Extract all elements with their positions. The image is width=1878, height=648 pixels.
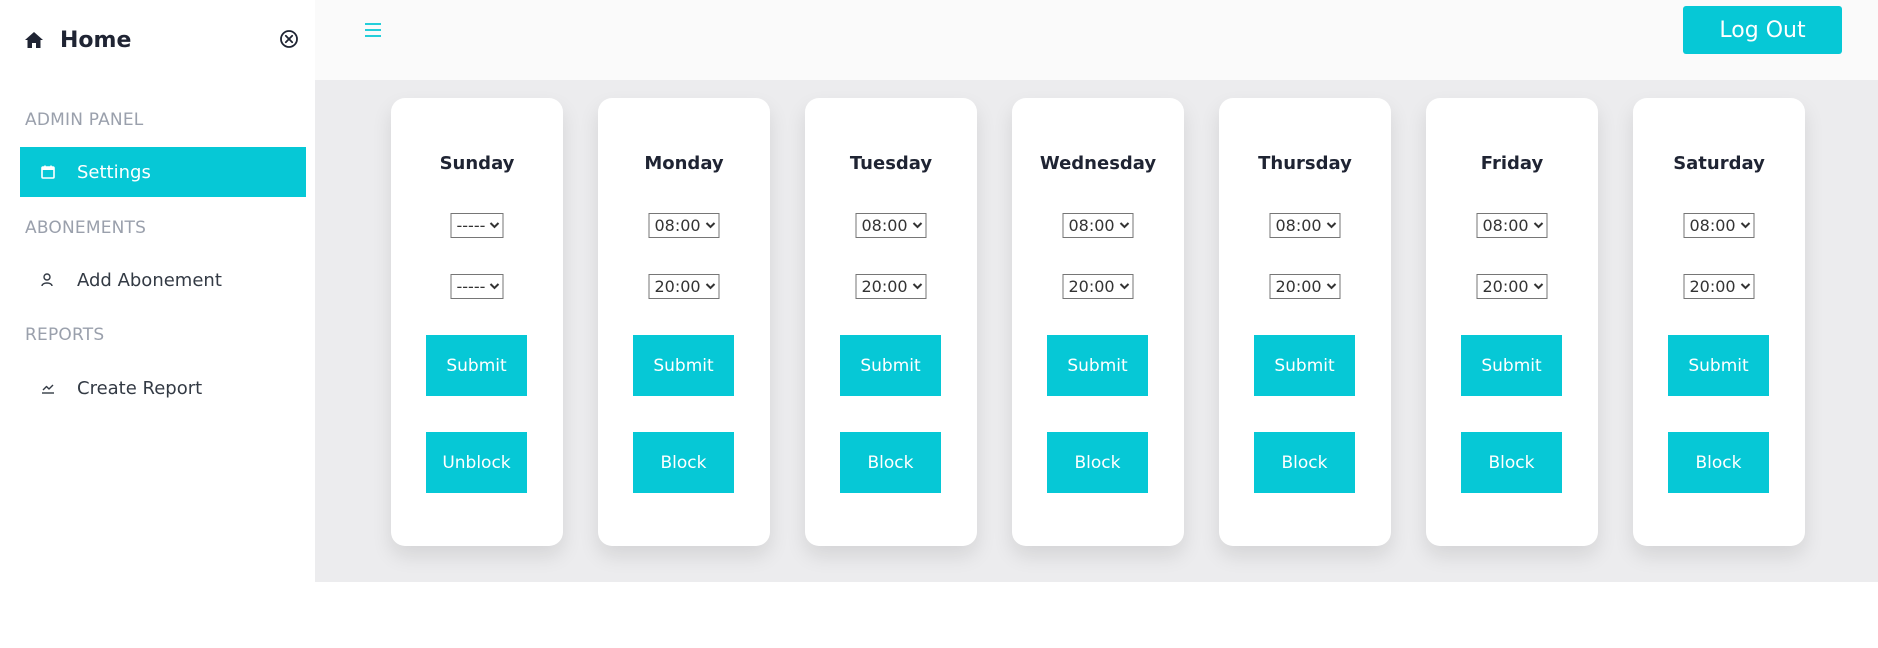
day-name: Tuesday	[849, 153, 933, 174]
end-time-select[interactable]: 20:00	[1062, 274, 1134, 299]
day-card-saturday: Saturday 08:00 20:00 Submit Block	[1633, 98, 1805, 546]
submit-button[interactable]: Submit	[633, 335, 734, 396]
sidebar-title: Home	[60, 27, 132, 53]
home-icon	[24, 30, 44, 50]
logout-button[interactable]: Log Out	[1683, 6, 1842, 54]
topbar: Log Out	[315, 0, 1878, 80]
block-button[interactable]: Block	[633, 432, 734, 493]
day-card-monday: Monday 08:00 20:00 Submit Block	[598, 98, 770, 546]
day-name: Sunday	[439, 153, 515, 174]
section-heading-reports: REPORTS	[25, 325, 105, 345]
submit-button[interactable]: Submit	[840, 335, 941, 396]
hamburger-icon[interactable]	[363, 20, 383, 40]
end-time-select[interactable]: 20:00	[855, 274, 927, 299]
chart-line-icon	[40, 380, 56, 396]
sidebar-item-label: Create Report	[77, 377, 203, 399]
day-card-sunday: Sunday ----- ----- Submit Unblock	[391, 98, 563, 546]
sidebar-item-add-abonement[interactable]: Add Abonement	[20, 255, 306, 305]
block-button[interactable]: Block	[840, 432, 941, 493]
sidebar: Home ADMIN PANEL Settings ABONEMENTS Add…	[0, 0, 315, 648]
end-time-select[interactable]: 20:00	[648, 274, 720, 299]
close-icon[interactable]	[279, 29, 299, 49]
start-time-select[interactable]: 08:00	[1683, 213, 1755, 238]
day-name: Monday	[644, 153, 724, 174]
day-name: Saturday	[1673, 153, 1765, 174]
sidebar-item-label: Add Abonement	[77, 269, 222, 291]
block-button[interactable]: Block	[1047, 432, 1148, 493]
sidebar-header: Home	[24, 25, 309, 55]
section-heading-abonements: ABONEMENTS	[25, 218, 147, 238]
end-time-select[interactable]: 20:00	[1683, 274, 1755, 299]
submit-button[interactable]: Submit	[1047, 335, 1148, 396]
block-button[interactable]: Block	[1254, 432, 1355, 493]
start-time-select[interactable]: 08:00	[1476, 213, 1548, 238]
submit-button[interactable]: Submit	[426, 335, 527, 396]
block-button[interactable]: Block	[1668, 432, 1769, 493]
day-name: Friday	[1480, 153, 1544, 174]
sidebar-item-create-report[interactable]: Create Report	[20, 363, 306, 413]
day-name: Wednesday	[1039, 153, 1157, 174]
submit-button[interactable]: Submit	[1668, 335, 1769, 396]
submit-button[interactable]: Submit	[1461, 335, 1562, 396]
section-heading-admin-panel: ADMIN PANEL	[25, 110, 144, 130]
end-time-select[interactable]: -----	[450, 274, 504, 299]
sidebar-item-label: Settings	[77, 161, 151, 183]
block-button[interactable]: Block	[1461, 432, 1562, 493]
start-time-select[interactable]: 08:00	[648, 213, 720, 238]
start-time-select[interactable]: 08:00	[1269, 213, 1341, 238]
sidebar-item-settings[interactable]: Settings	[20, 147, 306, 197]
main-content: Log Out Sunday ----- ----- Submit Unbloc…	[315, 0, 1878, 582]
end-time-select[interactable]: 20:00	[1269, 274, 1341, 299]
day-card-thursday: Thursday 08:00 20:00 Submit Block	[1219, 98, 1391, 546]
start-time-select[interactable]: 08:00	[1062, 213, 1134, 238]
day-name: Thursday	[1258, 153, 1352, 174]
start-time-select[interactable]: 08:00	[855, 213, 927, 238]
day-card-wednesday: Wednesday 08:00 20:00 Submit Block	[1012, 98, 1184, 546]
day-card-friday: Friday 08:00 20:00 Submit Block	[1426, 98, 1598, 546]
calendar-icon	[40, 164, 56, 180]
unblock-button[interactable]: Unblock	[426, 432, 527, 493]
user-icon	[40, 272, 56, 288]
day-card-tuesday: Tuesday 08:00 20:00 Submit Block	[805, 98, 977, 546]
end-time-select[interactable]: 20:00	[1476, 274, 1548, 299]
start-time-select[interactable]: -----	[450, 213, 504, 238]
submit-button[interactable]: Submit	[1254, 335, 1355, 396]
